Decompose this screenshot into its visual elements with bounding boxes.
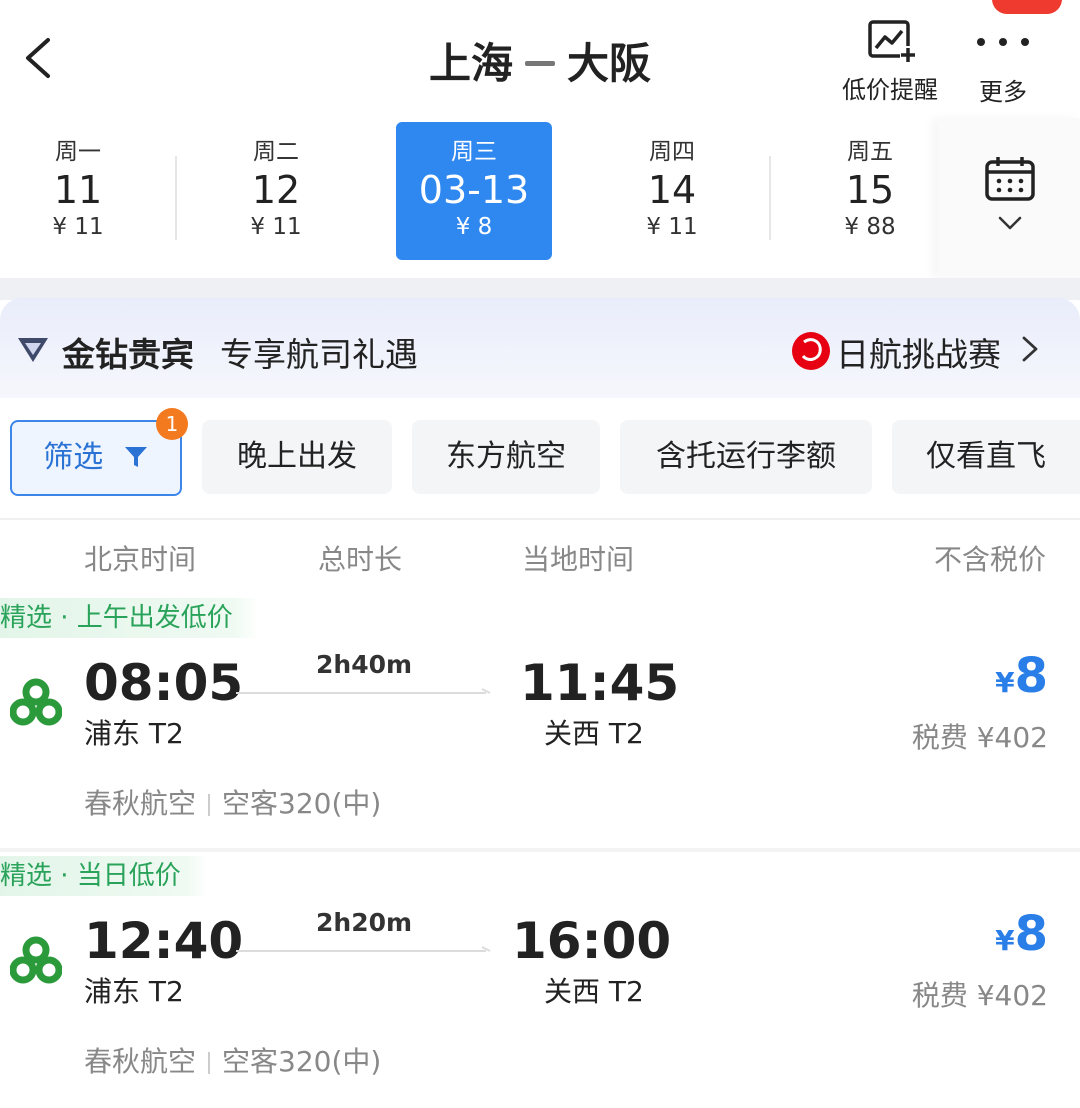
date-label: 11 bbox=[53, 168, 103, 212]
filter-button[interactable]: 筛选 bbox=[10, 420, 182, 496]
date-price: ¥ 11 bbox=[52, 214, 104, 240]
price-alert-button[interactable]: 低价提醒 bbox=[832, 14, 948, 104]
weekday-label: 周三 bbox=[451, 139, 497, 165]
date-label: 03-13 bbox=[418, 168, 530, 212]
arrow-right-icon bbox=[236, 946, 491, 952]
currency-symbol: ¥ bbox=[995, 666, 1015, 699]
header-price: 不含税价 bbox=[933, 543, 1046, 576]
member-subtitle: 专享航司礼遇 bbox=[220, 335, 418, 374]
price-chart-plus-icon bbox=[868, 20, 916, 64]
weekday-label: 周四 bbox=[649, 139, 695, 165]
more-label: 更多 bbox=[979, 78, 1027, 106]
flight-tag: 精选 · 上午出发低价 bbox=[0, 598, 259, 638]
header-beijing-time: 北京时间 bbox=[84, 543, 197, 576]
date-price: ¥ 8 bbox=[455, 214, 493, 240]
date-item-fri[interactable]: 周五 15 ¥ 88 bbox=[792, 122, 948, 260]
flight-duration: 2h40m bbox=[316, 650, 413, 679]
departure-time: 08:05 bbox=[84, 654, 244, 712]
airline-info: 春秋航空 空客320(中) bbox=[84, 782, 381, 822]
header-duration: 总时长 bbox=[318, 543, 403, 576]
date-divider bbox=[769, 156, 771, 240]
weekday-label: 周一 bbox=[55, 139, 101, 165]
more-button[interactable]: 更多 bbox=[966, 14, 1040, 106]
aircraft-type: 空客320(中) bbox=[222, 787, 382, 820]
date-item-wed-selected[interactable]: 周三 03-13 ¥ 8 bbox=[396, 122, 552, 260]
calendar-button[interactable] bbox=[938, 118, 1080, 278]
flight-card[interactable]: 精选 · 当日低价 12:40 2h20m 16:00 浦东 T2 关西 T2 … bbox=[0, 852, 1080, 1108]
filter-label: 筛选 bbox=[43, 440, 104, 475]
funnel-icon bbox=[124, 447, 147, 467]
notification-badge bbox=[992, 0, 1062, 14]
date-item-mon[interactable]: 周一 11 ¥ 11 bbox=[0, 122, 156, 260]
flight-price: ¥8 bbox=[995, 648, 1048, 704]
filter-chip-checked-baggage[interactable]: 含托运行李额 bbox=[620, 420, 872, 494]
departure-airport: 浦东 T2 bbox=[84, 975, 184, 1008]
aircraft-type: 空客320(中) bbox=[222, 1045, 382, 1078]
price-value: 8 bbox=[1014, 906, 1048, 962]
weekday-label: 周二 bbox=[253, 139, 299, 165]
filter-chip-evening[interactable]: 晚上出发 bbox=[202, 420, 392, 494]
filter-chip-eastern-airlines[interactable]: 东方航空 bbox=[412, 420, 600, 494]
arrival-airport: 关西 T2 bbox=[544, 717, 644, 750]
date-label: 15 bbox=[845, 168, 895, 212]
jal-logo-icon bbox=[792, 332, 830, 370]
flight-duration: 2h20m bbox=[316, 908, 413, 937]
destination-city: 大阪 bbox=[567, 39, 652, 88]
departure-time: 12:40 bbox=[84, 912, 244, 970]
date-selector: 周一 11 ¥ 11 周二 12 ¥ 11 周三 03-13 ¥ 8 周四 14… bbox=[0, 118, 1080, 278]
chevron-down-icon bbox=[998, 216, 1022, 230]
origin-city: 上海 bbox=[428, 39, 513, 88]
date-label: 14 bbox=[647, 168, 697, 212]
airline-name: 春秋航空 bbox=[84, 1045, 197, 1078]
departure-airport: 浦东 T2 bbox=[84, 717, 184, 750]
info-divider bbox=[208, 794, 211, 816]
date-divider bbox=[175, 156, 177, 240]
filter-chip-direct-only[interactable]: 仅看直飞 bbox=[892, 420, 1080, 494]
more-dots-icon bbox=[977, 38, 1029, 46]
header-local-time: 当地时间 bbox=[522, 543, 635, 576]
route-dash-icon bbox=[525, 61, 555, 66]
info-divider bbox=[208, 1052, 211, 1074]
date-item-tue[interactable]: 周二 12 ¥ 11 bbox=[198, 122, 354, 260]
spring-airlines-logo-icon bbox=[10, 678, 62, 726]
top-bar: 上海 大阪 低价提醒 更多 bbox=[0, 0, 1080, 118]
diamond-icon bbox=[18, 338, 48, 362]
arrow-right-icon bbox=[236, 688, 491, 694]
filter-bar: 筛选 1 晚上出发 东方航空 含托运行李额 仅看直飞 bbox=[0, 398, 1080, 518]
spring-airlines-logo-icon bbox=[10, 936, 62, 984]
airline-info: 春秋航空 空客320(中) bbox=[84, 1040, 381, 1080]
date-price: ¥ 88 bbox=[844, 214, 896, 240]
price-alert-label: 低价提醒 bbox=[842, 76, 938, 104]
arrival-time: 16:00 bbox=[512, 912, 672, 970]
section-gap bbox=[0, 278, 1080, 300]
flight-tag: 精选 · 当日低价 bbox=[0, 856, 207, 896]
airline-name: 春秋航空 bbox=[84, 787, 197, 820]
filter-count-badge: 1 bbox=[156, 408, 188, 440]
flight-card[interactable]: 精选 · 上午出发低价 08:05 2h40m 11:45 浦东 T2 关西 T… bbox=[0, 594, 1080, 850]
date-item-thu[interactable]: 周四 14 ¥ 11 bbox=[594, 122, 750, 260]
column-headers: 北京时间 总时长 当地时间 不含税价 bbox=[0, 518, 1080, 596]
arrival-time: 11:45 bbox=[520, 654, 680, 712]
calendar-icon bbox=[985, 157, 1035, 201]
member-banner[interactable]: 金钻贵宾 专享航司礼遇 日航挑战赛 bbox=[0, 298, 1080, 398]
arrival-airport: 关西 T2 bbox=[544, 975, 644, 1008]
weekday-label: 周五 bbox=[847, 139, 893, 165]
member-title: 金钻贵宾 bbox=[62, 335, 194, 374]
date-price: ¥ 11 bbox=[250, 214, 302, 240]
flight-price: ¥8 bbox=[995, 906, 1048, 962]
date-label: 12 bbox=[251, 168, 301, 212]
currency-symbol: ¥ bbox=[995, 924, 1015, 957]
promo-label: 日航挑战赛 bbox=[836, 335, 1001, 374]
date-price: ¥ 11 bbox=[646, 214, 698, 240]
price-value: 8 bbox=[1014, 648, 1048, 704]
tax-fee: 税费 ¥402 bbox=[911, 721, 1048, 754]
tax-fee: 税费 ¥402 bbox=[911, 979, 1048, 1012]
chevron-right-icon bbox=[1022, 336, 1038, 362]
